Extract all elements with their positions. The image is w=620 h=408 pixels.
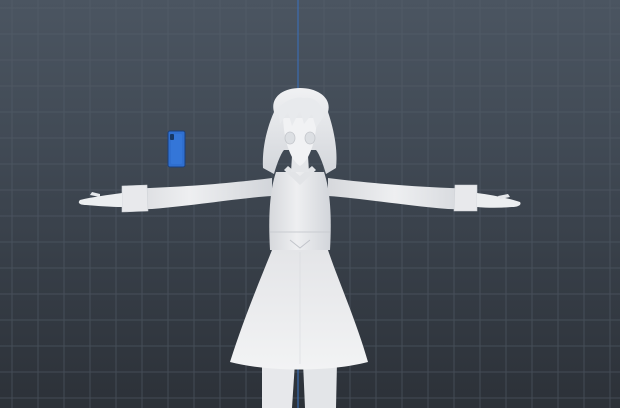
left-eye	[284, 131, 296, 145]
right-eye	[304, 131, 316, 145]
character-model[interactable]	[0, 0, 620, 408]
character-head	[262, 88, 337, 174]
character-skirt	[230, 250, 368, 370]
character-torso	[269, 166, 331, 250]
3d-viewport[interactable]	[0, 0, 620, 408]
